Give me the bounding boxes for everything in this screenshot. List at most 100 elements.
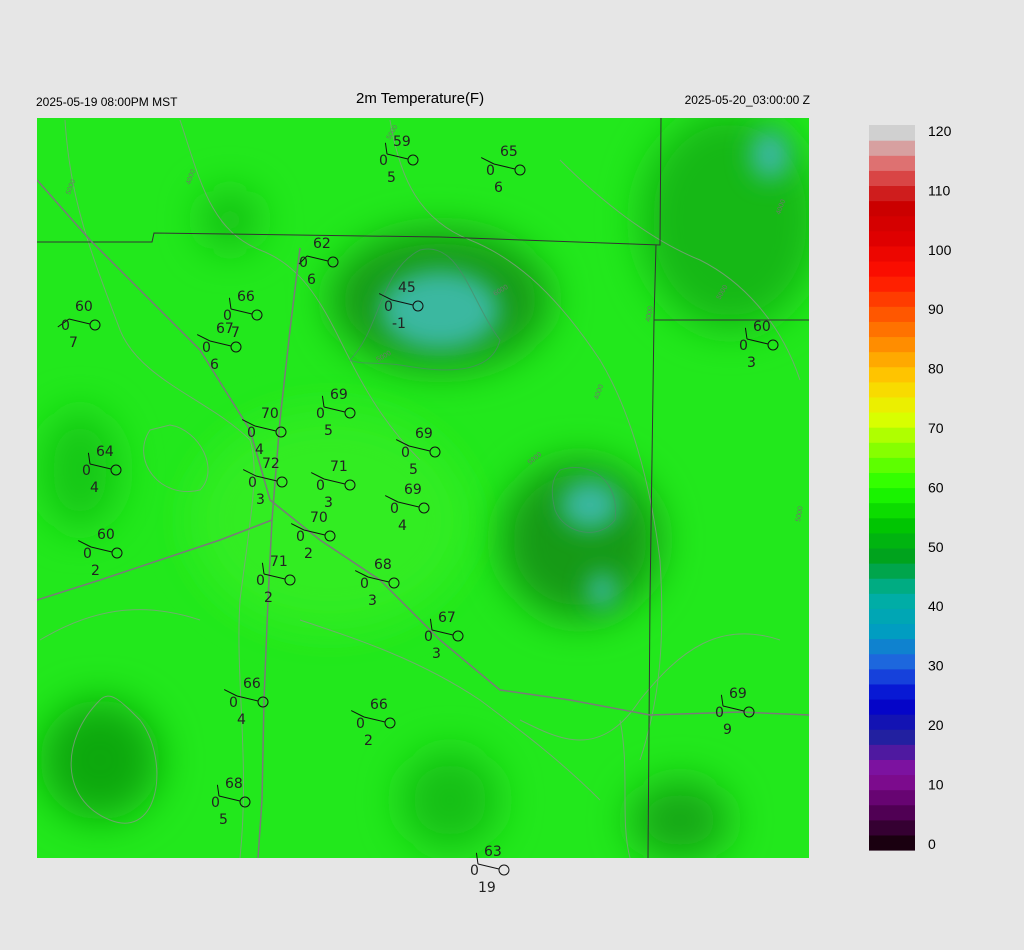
station-dewpoint: 3 xyxy=(256,492,265,508)
station-dewpoint: 4 xyxy=(90,480,99,496)
station-temperature: 70 xyxy=(310,510,328,526)
station-temperature: 71 xyxy=(330,459,348,475)
station-dewpoint: 3 xyxy=(324,495,333,511)
colorbar-band xyxy=(869,366,915,383)
station-cloud-cover: 0 xyxy=(715,705,724,721)
station-temperature: 69 xyxy=(415,426,433,442)
colorbar-band xyxy=(869,698,915,715)
colorbar-band xyxy=(869,834,915,851)
colorbar-band xyxy=(869,170,915,187)
station-dewpoint: 5 xyxy=(409,462,418,478)
colorbar-band xyxy=(869,381,915,398)
station-cloud-cover: 0 xyxy=(83,546,92,562)
station-cloud-cover: 0 xyxy=(229,695,238,711)
station-temperature: 59 xyxy=(393,134,411,150)
station-temperature: 71 xyxy=(270,554,288,570)
station-dewpoint: 7 xyxy=(69,335,78,351)
colorbar-band xyxy=(869,472,915,489)
station-cloud-cover: 0 xyxy=(379,153,388,169)
colorbar-band xyxy=(869,819,915,836)
colorbar-band xyxy=(869,578,915,594)
colorbar-tick-label: 60 xyxy=(928,479,944,495)
colorbar-band xyxy=(869,215,915,232)
station-cloud-cover: 0 xyxy=(256,573,265,589)
colorbar-band xyxy=(869,245,915,262)
colorbar-band xyxy=(869,532,915,549)
station-temperature: 65 xyxy=(500,144,518,160)
station-cloud-cover: 0 xyxy=(316,406,325,422)
colorbar-band xyxy=(869,638,915,655)
station-cloud-cover: 0 xyxy=(316,478,325,494)
colorbar-band xyxy=(869,140,915,156)
colorbar-band xyxy=(869,593,915,609)
station-dewpoint: 2 xyxy=(304,546,313,562)
colorbar-band xyxy=(869,744,915,760)
station-cloud-cover: 0 xyxy=(470,863,479,879)
station-cloud-cover: 0 xyxy=(360,576,369,592)
station-dewpoint: 3 xyxy=(432,646,441,662)
station-cloud-cover: 0 xyxy=(739,338,748,354)
station-temperature: 67 xyxy=(438,610,456,626)
station-cloud-cover: 0 xyxy=(390,501,399,517)
colorbar-band xyxy=(869,714,915,730)
station-temperature: 72 xyxy=(262,456,280,472)
station-temperature: 66 xyxy=(243,676,261,692)
colorbar-band xyxy=(869,411,915,428)
station-cloud-cover: 0 xyxy=(296,529,305,545)
station-temperature: 63 xyxy=(484,844,502,860)
colorbar-band xyxy=(869,547,915,564)
station-cloud-cover: 0 xyxy=(401,445,410,461)
station-temperature: 60 xyxy=(97,527,115,543)
station-dewpoint: 5 xyxy=(387,170,396,186)
colorbar-band xyxy=(869,502,915,519)
station-dewpoint: 5 xyxy=(219,812,228,828)
warm-shading xyxy=(190,410,470,630)
station-dewpoint: 5 xyxy=(324,423,333,439)
colorbar-band xyxy=(869,291,915,307)
temperature-colorbar: 1201101009080706050403020100 xyxy=(869,123,952,852)
colorbar-band xyxy=(869,774,915,791)
station-temperature: 64 xyxy=(96,444,114,460)
station-cloud-cover: 0 xyxy=(486,163,495,179)
colorbar-band xyxy=(869,623,915,640)
colorbar-band xyxy=(869,200,915,217)
colorbar-band xyxy=(869,321,915,338)
colorbar-band xyxy=(869,336,915,353)
station-dewpoint: 2 xyxy=(264,590,273,606)
colorbar-band xyxy=(869,125,915,141)
station-temperature: 69 xyxy=(330,387,348,403)
colorbar-tick-label: 120 xyxy=(928,123,952,139)
station-circle xyxy=(498,864,510,876)
colorbar-tick-label: 40 xyxy=(928,598,944,614)
station-dewpoint: 6 xyxy=(494,180,503,196)
station-cloud-cover: 0 xyxy=(356,716,365,732)
colorbar-tick-label: 0 xyxy=(928,836,936,852)
station-temperature: 66 xyxy=(370,697,388,713)
station-cloud-cover: 0 xyxy=(384,299,393,315)
station-cloud-cover: 0 xyxy=(299,255,308,271)
colorbar-band xyxy=(869,351,915,368)
station-temperature: 60 xyxy=(753,319,771,335)
colorbar-band xyxy=(869,729,915,745)
station-dewpoint: -1 xyxy=(392,316,406,332)
colorbar-band xyxy=(869,668,915,685)
station-temperature: 69 xyxy=(404,482,422,498)
station-dewpoint: 2 xyxy=(91,563,100,579)
colorbar-tick-label: 20 xyxy=(928,717,944,733)
colorbar-band xyxy=(869,396,915,413)
colorbar-band xyxy=(869,442,915,458)
colorbar-tick-label: 70 xyxy=(928,420,944,436)
station-dewpoint: 9 xyxy=(723,722,732,738)
station-dewpoint: 4 xyxy=(398,518,407,534)
station-dewpoint: 3 xyxy=(747,355,756,371)
station-cloud-cover: 0 xyxy=(247,425,256,441)
colorbar-band xyxy=(869,804,915,821)
station-temperature: 69 xyxy=(729,686,747,702)
colorbar-band xyxy=(869,608,915,625)
colorbar-band xyxy=(869,155,915,171)
station-dewpoint: 4 xyxy=(237,712,246,728)
colorbar-band xyxy=(869,427,915,443)
colorbar-band xyxy=(869,789,915,806)
colorbar-band xyxy=(869,683,915,700)
station-cloud-cover: 0 xyxy=(202,340,211,356)
